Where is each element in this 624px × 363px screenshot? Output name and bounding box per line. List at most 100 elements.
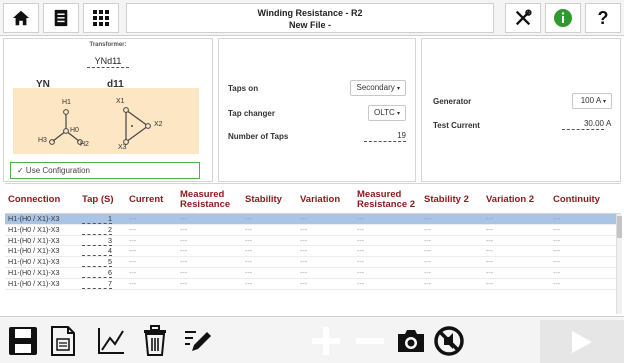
row-continuity: ---: [553, 278, 561, 288]
info-button[interactable]: [545, 3, 581, 33]
row-tap[interactable]: 3: [82, 236, 112, 246]
col-variation[interactable]: Variation: [300, 184, 340, 215]
save-button[interactable]: [4, 321, 42, 361]
help-button[interactable]: ?: [585, 3, 621, 33]
table-row[interactable]: H1-(H0 / X1)-X3 3 --- --- --- --- --- --- --- ---: [5, 236, 621, 247]
row-measured-resistance: ---: [180, 224, 188, 234]
use-configuration-button[interactable]: ✓ Use Configuration: [10, 162, 200, 179]
top-toolbar: Winding Resistance - R2 New File - ?: [0, 0, 624, 36]
row-continuity: ---: [553, 257, 561, 267]
node-x3: X3: [118, 144, 127, 151]
test-current-value: 30.00: [583, 119, 604, 128]
node-h3: H3: [38, 137, 47, 144]
row-tap[interactable]: 4: [82, 246, 112, 257]
transformer-value[interactable]: YNd11: [86, 56, 130, 68]
row-tap[interactable]: 1: [82, 214, 112, 224]
row-tap[interactable]: 6: [82, 268, 112, 278]
table-row[interactable]: H1-(H0 / X1)-X3 6 --- --- --- --- --- --- --- ---: [5, 268, 621, 279]
generator-value: 100 A: [580, 96, 601, 105]
node-x2: X2: [154, 121, 163, 128]
row-tap[interactable]: 7: [82, 279, 112, 289]
title-line-1: Winding Resistance - R2: [257, 8, 363, 18]
row-stability: ---: [245, 235, 253, 245]
col-connection[interactable]: Connection: [8, 184, 60, 215]
no-sound-button[interactable]: [430, 321, 468, 361]
row-stability-2: ---: [424, 235, 432, 245]
table-row[interactable]: H1-(H0 / X1)-X3 4 --- --- --- --- --- --- --- ---: [5, 246, 621, 258]
col-tap[interactable]: Tap (S): [82, 184, 114, 215]
add-button[interactable]: [306, 321, 346, 361]
col-measured-resistance-line1: Measured: [180, 188, 225, 200]
col-current[interactable]: Current: [129, 184, 163, 215]
row-measured-resistance: ---: [180, 246, 188, 256]
col-variation-2[interactable]: Variation 2: [486, 184, 534, 215]
table-row[interactable]: H1-(H0 / X1)-X3 1 --- --- --- --- --- --- --- ---: [5, 214, 621, 225]
row-current: ---: [129, 214, 137, 223]
tap-changer-label: Tap changer: [228, 109, 275, 118]
report-button[interactable]: [44, 321, 82, 361]
remove-button[interactable]: [350, 321, 390, 361]
graph-button[interactable]: [92, 321, 130, 361]
scrollbar-thumb[interactable]: [617, 216, 622, 238]
play-button[interactable]: [540, 320, 624, 363]
row-connection: H1-(H0 / X1)-X3: [8, 257, 60, 267]
grid-icon: [93, 10, 109, 26]
row-variation-2: ---: [486, 214, 494, 223]
node-x1: X1: [116, 98, 125, 105]
document-button[interactable]: [43, 3, 79, 33]
home-button[interactable]: [3, 3, 39, 33]
row-tap[interactable]: 2: [82, 225, 112, 235]
row-stability-2: ---: [424, 246, 432, 256]
test-current-input[interactable]: 30.00: [562, 119, 604, 130]
grid-button[interactable]: [83, 3, 119, 33]
row-stability: ---: [245, 257, 253, 267]
table-body: H1-(H0 / X1)-X3 1 --- --- --- --- --- --- --- ---…: [5, 214, 621, 290]
col-measured-resistance-2[interactable]: Measured Resistance 2: [357, 184, 415, 215]
row-measured-resistance-2: ---: [357, 278, 365, 288]
table-row[interactable]: H1-(H0 / X1)-X3 5 --- --- --- --- --- --- --- ---: [5, 257, 621, 268]
table-row[interactable]: H1-(H0 / X1)-X3 7 --- --- --- --- --- --- --- ---: [5, 279, 621, 290]
row-variation: ---: [300, 235, 308, 245]
row-stability: ---: [245, 214, 253, 223]
no-sound-icon: [434, 326, 464, 356]
row-variation-2: ---: [486, 224, 494, 234]
number-of-taps-input[interactable]: 19: [364, 131, 406, 142]
tools-button[interactable]: [505, 3, 541, 33]
row-variation: ---: [300, 224, 308, 234]
row-stability: ---: [245, 224, 253, 234]
generator-select[interactable]: 100 A ▾: [572, 93, 612, 109]
info-icon: [554, 9, 572, 27]
row-variation-2: ---: [486, 235, 494, 245]
col-measured-resistance[interactable]: Measured Resistance: [180, 184, 230, 215]
delete-icon: [144, 325, 166, 356]
edit-button[interactable]: [178, 321, 216, 361]
row-tap[interactable]: 5: [82, 257, 112, 268]
window-title: Winding Resistance - R2 New File -: [126, 3, 494, 33]
document-icon: [54, 9, 68, 27]
taps-on-select[interactable]: Secondary ▾: [350, 80, 406, 96]
row-continuity: ---: [553, 214, 561, 223]
results-table: Connection Tap (S) Current Measured Resi…: [5, 183, 621, 290]
row-variation-2: ---: [486, 257, 494, 267]
tap-changer-select[interactable]: OLTC ▾: [368, 105, 406, 121]
row-current: ---: [129, 246, 137, 256]
col-continuity[interactable]: Continuity: [553, 184, 600, 215]
row-variation: ---: [300, 246, 308, 256]
generator-label: Generator: [433, 97, 472, 106]
row-current: ---: [129, 257, 137, 267]
node-h2: H2: [80, 141, 89, 148]
row-measured-resistance-2: ---: [357, 224, 365, 234]
camera-button[interactable]: [392, 321, 430, 361]
table-row[interactable]: H1-(H0 / X1)-X3 2 --- --- --- --- --- --- --- ---: [5, 225, 621, 236]
row-current: ---: [129, 278, 137, 288]
delete-button[interactable]: [136, 321, 174, 361]
row-variation-2: ---: [486, 278, 494, 288]
row-variation-2: ---: [486, 267, 494, 277]
row-measured-resistance-2: ---: [357, 267, 365, 277]
table-scrollbar[interactable]: [616, 214, 622, 314]
table-header: Connection Tap (S) Current Measured Resi…: [5, 183, 621, 214]
col-stability[interactable]: Stability: [245, 184, 282, 215]
transformer-value-wrap[interactable]: YNd11: [4, 51, 212, 69]
generator-panel: [421, 38, 621, 182]
col-stability-2[interactable]: Stability 2: [424, 184, 469, 215]
